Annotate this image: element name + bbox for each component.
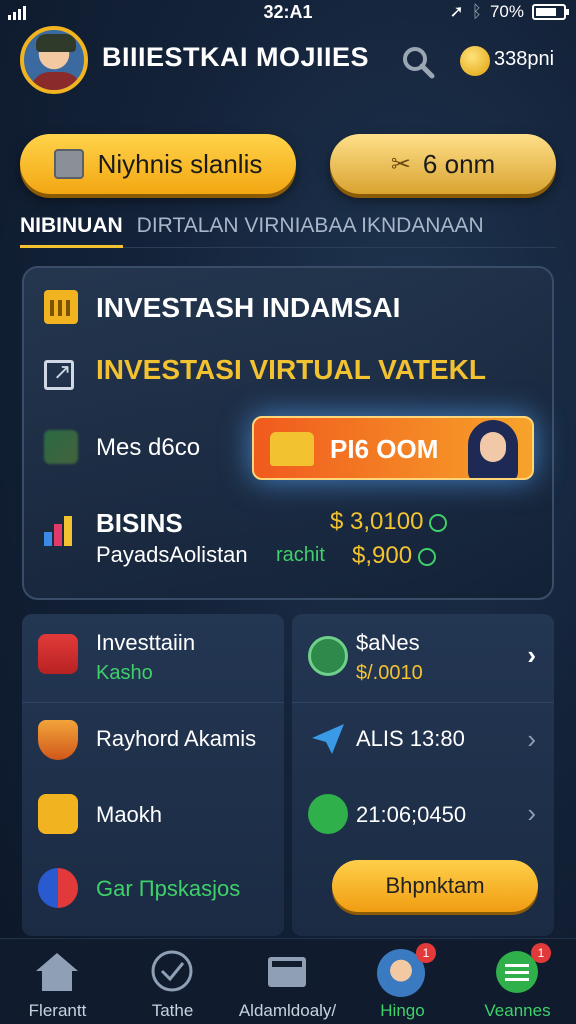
- nav-tathe[interactable]: Tathe: [115, 939, 230, 1024]
- coin-outline-icon: [429, 513, 448, 532]
- nav-label: Veannes: [484, 1001, 551, 1020]
- chevron-right-icon: ›: [527, 798, 536, 828]
- menu-item-maokh[interactable]: Maokh: [22, 776, 284, 850]
- payment-amount: $,900: [352, 542, 413, 569]
- promo-button-label: PI6 OOM: [330, 434, 439, 464]
- payment-label: PayadsAolistan: [96, 542, 248, 567]
- nav-veannes[interactable]: 1 Veannes: [460, 939, 575, 1024]
- nav-label: Flerantt: [28, 1001, 87, 1020]
- coin-icon: [460, 46, 490, 76]
- tab-virtual[interactable]: DIRTALAN VIRNIABAA IKNDANAAN: [137, 212, 484, 247]
- external-link-icon[interactable]: [44, 359, 74, 390]
- menu-item-sub: $/.0010: [356, 662, 423, 684]
- menu-item-label: Maokh: [96, 802, 163, 827]
- menu-item-label: Gar Πpskasjos: [96, 876, 241, 901]
- wrench-icon: ✂: [390, 150, 411, 178]
- bottom-nav: Flerantt Tathe Aldamldoaly/ 1 Hingo 1 Ve…: [0, 938, 576, 1024]
- notification-badge: 1: [531, 943, 551, 963]
- menu-item-label: ALIS 13:80: [356, 726, 465, 751]
- wallet-icon: [38, 634, 78, 674]
- status-right: ➚ ᛒ 70%: [449, 2, 569, 22]
- tab-nibinuan[interactable]: NIBINUAN: [20, 212, 123, 248]
- card-title: INVESTASH INDAMSAI: [96, 292, 401, 323]
- wallet-icon: [268, 957, 306, 987]
- menu-item-time[interactable]: 21:06;0450 ›: [292, 776, 554, 850]
- battery-icon: [532, 4, 569, 20]
- menu-item-sales[interactable]: $aNes $/.0010 ›: [292, 614, 554, 702]
- nav-home[interactable]: Flerantt: [0, 939, 115, 1024]
- app-header: BIIIESTKAI MOJIIES 338pni: [0, 20, 576, 100]
- secondary-action-button[interactable]: ✂ 6 onm: [330, 134, 556, 194]
- send-arrow-icon: [308, 794, 348, 834]
- left-menu-panel: Investtaiin Kasho Rayhord Akamis Maokh G…: [22, 614, 284, 936]
- woman-avatar-icon: [462, 418, 526, 478]
- payment-value: $,900: [352, 542, 437, 570]
- chevron-right-icon: ›: [527, 724, 536, 754]
- menu-item-investtaiin[interactable]: Investtaiin Kasho: [22, 614, 284, 702]
- bar-chart-icon: [44, 512, 78, 546]
- menu-item-sub: Kasho: [96, 662, 153, 684]
- payment-tag: rachit: [276, 544, 325, 566]
- nav-wallet[interactable]: Aldamldoaly/: [230, 939, 345, 1024]
- promo-label: Mes d6co: [96, 434, 201, 461]
- menu-item-gar[interactable]: Gar Πpskasjos: [22, 850, 284, 934]
- shield-icon: [38, 720, 78, 760]
- promo-button[interactable]: PI6 OOM: [252, 416, 534, 480]
- menu-item-rayhord[interactable]: Rayhord Akamis: [22, 702, 284, 776]
- coin-outline-icon: [418, 547, 437, 566]
- notification-badge: 1: [416, 943, 436, 963]
- primary-action-label: Niyhnis slanlis: [97, 148, 263, 179]
- check-circle-icon: [151, 950, 193, 992]
- nav-label: Hingo: [380, 1001, 425, 1020]
- menu-item-label: Investtaiin: [96, 630, 196, 655]
- business-label: BISINS: [96, 508, 183, 538]
- card-subtitle: INVESTASI VIRTUAL VATEKL: [96, 354, 486, 385]
- menu-item-label: $aNes: [356, 630, 420, 655]
- search-icon[interactable]: [400, 44, 436, 80]
- bluetooth-icon: ᛒ: [471, 2, 482, 21]
- nav-profile[interactable]: 1 Hingo: [345, 939, 460, 1024]
- chevron-right-icon: ›: [527, 640, 536, 670]
- menu-item-alis[interactable]: ALIS 13:80 ›: [292, 702, 554, 776]
- business-value: $ 3,0100: [330, 508, 448, 536]
- menu-item-label: Rayhord Akamis: [96, 726, 257, 751]
- business-amount: $ 3,0100: [330, 508, 424, 535]
- menu-item-label: 21:06;0450: [356, 802, 467, 827]
- nav-label: Tathe: [151, 1001, 194, 1020]
- panel-action-button[interactable]: Bhpnktam: [332, 860, 538, 912]
- tab-bar: NIBINUAN DIRTALAN VIRNIABAA IKNDANAAN: [20, 212, 556, 248]
- calendar-icon: [44, 290, 78, 324]
- treasure-chest-icon: [270, 432, 314, 466]
- app-title: BIIIESTKAI MOJIIES: [102, 42, 370, 72]
- coin-balance: 338pni: [494, 48, 555, 70]
- home-icon: [36, 953, 78, 991]
- primary-action-button[interactable]: Niyhnis slanlis: [20, 134, 296, 194]
- right-menu-panel: $aNes $/.0010 › ALIS 13:80 › 21:06;0450 …: [292, 614, 554, 936]
- investment-card: INVESTASH INDAMSAI INVESTASI VIRTUAL VAT…: [22, 266, 554, 600]
- secondary-action-label: 6 onm: [422, 148, 496, 179]
- profile-avatar[interactable]: [20, 26, 88, 94]
- nav-label: Aldamldoaly/: [238, 1001, 337, 1020]
- paper-plane-icon: [312, 724, 344, 754]
- battery-percent: 70%: [489, 2, 524, 21]
- clipboard-icon: [38, 794, 78, 834]
- p-coin-icon: [308, 636, 348, 676]
- music-icon: [38, 868, 78, 908]
- cash-icon: [44, 430, 78, 464]
- location-icon: ➚: [449, 2, 464, 21]
- safe-icon: [53, 149, 84, 179]
